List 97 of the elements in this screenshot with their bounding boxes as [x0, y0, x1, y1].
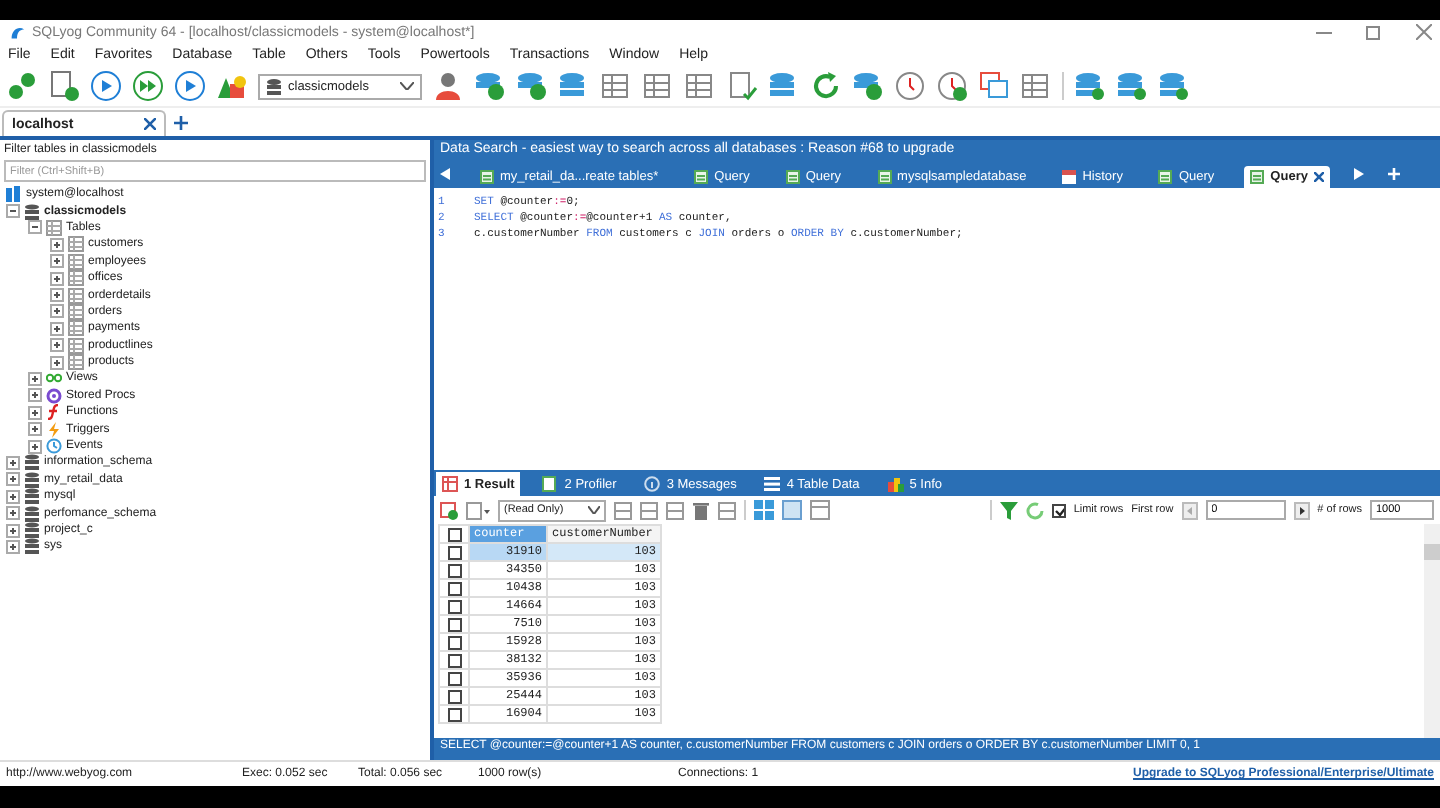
- collapse-icon[interactable]: [6, 204, 20, 219]
- expand-icon[interactable]: [50, 271, 64, 286]
- grid-view-icon[interactable]: [754, 500, 774, 520]
- table-icon[interactable]: [718, 501, 736, 519]
- row-checkbox[interactable]: [447, 635, 461, 649]
- database-icon: [24, 203, 40, 220]
- table-icon[interactable]: [684, 70, 716, 102]
- shapes-icon[interactable]: [216, 70, 248, 102]
- table-icon: [442, 476, 458, 492]
- glasses-icon: [46, 370, 62, 387]
- clock-icon: [46, 438, 62, 455]
- database-icon[interactable]: [1158, 70, 1190, 102]
- server-icon: [6, 186, 22, 203]
- table-icon[interactable]: [666, 501, 684, 519]
- scroll-left-icon[interactable]: [440, 168, 450, 180]
- table-icon: [46, 219, 62, 236]
- database-icon: [266, 77, 282, 95]
- table-icon[interactable]: [1020, 70, 1052, 102]
- database-icon[interactable]: [558, 70, 590, 102]
- limit-rows-checkbox[interactable]: [1051, 503, 1066, 517]
- close-icon[interactable]: [144, 118, 156, 130]
- expand-icon[interactable]: [6, 506, 20, 521]
- document-icon: [694, 170, 709, 184]
- row-checkbox[interactable]: [447, 707, 461, 721]
- select-all-checkbox[interactable]: [447, 527, 461, 541]
- link-icon[interactable]: [6, 70, 38, 102]
- list-icon: [764, 476, 781, 492]
- scroll-right-icon[interactable]: [1353, 168, 1364, 180]
- expand-icon[interactable]: [28, 439, 42, 454]
- row-checkbox[interactable]: [447, 671, 461, 685]
- expand-icon[interactable]: [50, 288, 64, 303]
- expand-icon[interactable]: [50, 321, 64, 336]
- row-checkbox[interactable]: [447, 563, 461, 577]
- expand-icon[interactable]: [6, 539, 20, 554]
- lightning-icon: [46, 421, 62, 438]
- maximize-icon[interactable]: [1366, 24, 1382, 40]
- document-icon: [1158, 170, 1173, 184]
- document-icon: [480, 170, 494, 184]
- expand-icon[interactable]: [6, 489, 20, 504]
- trash-icon[interactable]: [692, 501, 710, 519]
- chart-icon: [887, 476, 904, 492]
- database-add-icon[interactable]: [474, 70, 506, 102]
- close-icon[interactable]: [1416, 24, 1432, 40]
- row-checkbox[interactable]: [447, 581, 461, 595]
- info-icon: [644, 476, 661, 492]
- expand-icon[interactable]: [50, 355, 64, 370]
- document-icon: [542, 476, 559, 492]
- database-icon[interactable]: [1074, 70, 1106, 102]
- expand-icon[interactable]: [50, 304, 64, 319]
- collapse-icon[interactable]: [28, 220, 42, 235]
- close-icon[interactable]: [1313, 172, 1324, 182]
- expand-icon[interactable]: [6, 455, 20, 470]
- expand-icon[interactable]: [50, 338, 64, 353]
- row-checkbox[interactable]: [447, 599, 461, 613]
- windows-icon[interactable]: [978, 70, 1010, 102]
- document-icon: [1250, 170, 1265, 184]
- expand-icon[interactable]: [6, 472, 20, 487]
- filter-icon[interactable]: [999, 501, 1018, 519]
- database-add-icon[interactable]: [516, 70, 548, 102]
- database-icon[interactable]: [1116, 70, 1148, 102]
- row-checkbox[interactable]: [447, 653, 461, 667]
- table-icon[interactable]: [640, 501, 658, 519]
- expand-icon[interactable]: [50, 254, 64, 269]
- row-checkbox[interactable]: [447, 545, 461, 559]
- document-icon[interactable]: [48, 70, 80, 102]
- table-icon[interactable]: [600, 70, 632, 102]
- clock-icon[interactable]: [936, 70, 968, 102]
- scrollbar[interactable]: [1424, 524, 1440, 738]
- document-icon: [877, 170, 892, 184]
- database-icon[interactable]: [768, 70, 800, 102]
- document-icon[interactable]: [466, 501, 490, 519]
- expand-icon[interactable]: [28, 422, 42, 437]
- refresh-icon[interactable]: [810, 70, 842, 102]
- expand-icon[interactable]: [28, 405, 42, 420]
- function-icon: [46, 404, 62, 421]
- table-icon[interactable]: [642, 70, 674, 102]
- document-icon: [785, 170, 800, 184]
- play-icon[interactable]: [174, 70, 206, 102]
- user-icon[interactable]: [432, 70, 464, 102]
- expand-icon[interactable]: [28, 371, 42, 386]
- calendar-icon: [1062, 170, 1077, 184]
- database-add-icon[interactable]: [852, 70, 884, 102]
- add-tab-icon[interactable]: [174, 116, 188, 130]
- table-icon[interactable]: [614, 501, 632, 519]
- next-page-icon[interactable]: [1293, 501, 1310, 519]
- expand-icon[interactable]: [6, 523, 20, 537]
- row-checkbox[interactable]: [447, 617, 461, 631]
- fast-forward-icon[interactable]: [132, 70, 164, 102]
- play-icon[interactable]: [90, 70, 122, 102]
- document-icon[interactable]: [726, 70, 758, 102]
- expand-icon[interactable]: [28, 388, 42, 403]
- expand-icon[interactable]: [50, 237, 64, 252]
- text-view-icon[interactable]: [810, 500, 830, 520]
- row-checkbox[interactable]: [447, 689, 461, 703]
- clock-icon[interactable]: [894, 70, 926, 102]
- add-row-icon[interactable]: [440, 501, 458, 519]
- gear-icon: [46, 387, 62, 404]
